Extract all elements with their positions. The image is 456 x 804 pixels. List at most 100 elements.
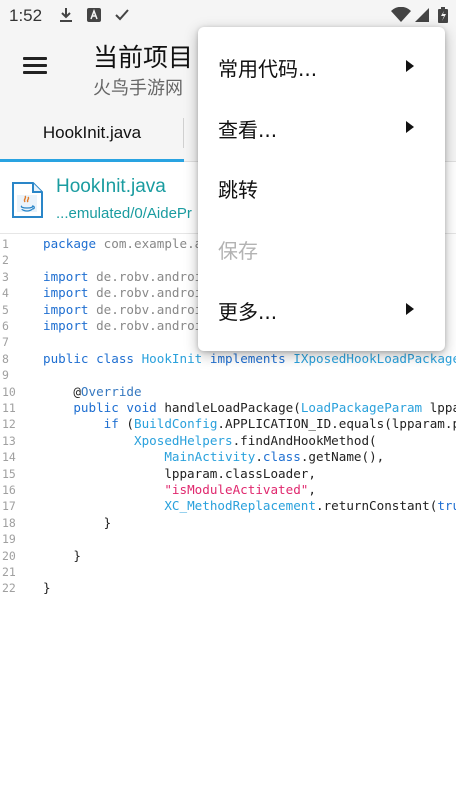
code-line[interactable]: 21 (0, 564, 456, 580)
hamburger-menu-icon[interactable] (23, 55, 49, 79)
line-number: 16 (2, 483, 16, 497)
line-number: 21 (2, 565, 16, 579)
code-text: import de.robv.androi (43, 285, 202, 301)
code-line[interactable]: 16 "isModuleActivated", (0, 482, 456, 498)
submenu-arrow-icon (406, 303, 414, 315)
code-text: MainActivity.class.getName(), (43, 449, 384, 465)
line-number: 10 (2, 384, 16, 399)
code-text: } (43, 548, 81, 564)
code-token: com.example.a (103, 236, 203, 251)
tab-divider (183, 118, 184, 148)
code-text: package com.example.a (43, 236, 202, 252)
menu-item-goto[interactable]: 跳转 (198, 158, 445, 218)
code-token: if (103, 416, 119, 432)
code-token: .findAndHookMethod( (232, 432, 377, 448)
code-text: @Override (43, 383, 142, 400)
battery-icon (438, 7, 448, 23)
code-line[interactable]: 18 } (0, 515, 456, 531)
line-number: 14 (2, 450, 16, 465)
code-line[interactable]: 11 public void handleLoadPackage(LoadPac… (0, 400, 456, 416)
code-line[interactable]: 15 lpparam.classLoader, (0, 466, 456, 482)
code-token: "isModuleActivated" (164, 482, 309, 497)
code-text: if (BuildConfig.APPLICATION_ID.equals(lp… (43, 416, 456, 432)
code-line[interactable]: 12 if (BuildConfig.APPLICATION_ID.equals… (0, 416, 456, 432)
code-text: lpparam.classLoader, (43, 466, 316, 482)
code-text: XC_MethodReplacement.returnConstant(tru (43, 498, 456, 514)
file-name[interactable]: HookInit.java (56, 176, 166, 198)
code-token: handleLoadPackage( (156, 400, 301, 415)
menu-item-more[interactable]: 更多... (198, 280, 445, 340)
code-token: lpparam.classLoader, (43, 465, 316, 481)
code-token: @ (43, 383, 81, 399)
code-token: , (308, 482, 316, 497)
line-number: 22 (2, 581, 16, 596)
code-text: import de.robv.androi (43, 302, 202, 318)
code-token: de.robv.androi (96, 285, 203, 301)
code-token: package (43, 236, 97, 251)
java-file-icon (12, 182, 43, 218)
tab-hookinit[interactable]: HookInit.java (0, 104, 184, 162)
file-path: ...emulated/0/AidePr (56, 205, 192, 222)
code-line[interactable]: 14 MainActivity.class.getName(), (0, 449, 456, 465)
menu-item-label: 常用代码... (218, 57, 318, 81)
app-a-icon (87, 8, 101, 22)
code-token: . (255, 449, 263, 465)
code-token: } (43, 514, 112, 530)
menu-item-view[interactable]: 查看... (198, 98, 445, 158)
code-token: IXposedHookLoadPackage (293, 350, 456, 366)
code-line[interactable]: 19 (0, 531, 456, 547)
menu-item-common-code[interactable]: 常用代码... (198, 37, 445, 97)
wifi-icon (391, 7, 411, 22)
line-number: 9 (2, 368, 9, 383)
code-line[interactable]: 17 XC_MethodReplacement.returnConstant(t… (0, 498, 456, 514)
line-number: 11 (2, 401, 16, 415)
code-token: implements (209, 350, 286, 366)
code-line[interactable]: 13 XposedHelpers.findAndHookMethod( (0, 433, 456, 449)
line-number: 13 (2, 433, 16, 448)
code-token: lppar (429, 400, 456, 415)
code-token: LoadPackageParam (300, 400, 423, 415)
code-line[interactable]: 9 (0, 367, 456, 383)
line-number: 7 (2, 335, 9, 350)
menu-item-label: 查看... (218, 118, 278, 142)
line-number: 6 (2, 319, 9, 333)
line-number: 2 (2, 253, 9, 268)
code-text: "isModuleActivated", (43, 482, 316, 498)
line-number: 18 (2, 515, 16, 530)
code-token: XC_MethodReplacement (164, 498, 316, 514)
code-token: import (43, 301, 89, 317)
code-text: } (43, 514, 112, 531)
code-text: import de.robv.androi (43, 269, 202, 285)
code-token: } (43, 580, 51, 596)
code-line[interactable]: 22} (0, 580, 456, 596)
code-line[interactable]: 20 } (0, 548, 456, 564)
code-token: Override (80, 383, 142, 399)
code-line[interactable]: 10 @Override (0, 384, 456, 400)
code-token: .getName(), (300, 449, 385, 465)
code-text: } (43, 580, 51, 596)
signal-icon (415, 8, 429, 22)
menu-item-label: 跳转 (218, 178, 258, 202)
line-number: 1 (2, 237, 9, 251)
menu-item-label: 保存 (218, 239, 258, 263)
code-token: MainActivity (164, 449, 256, 465)
code-text: XposedHelpers.findAndHookMethod( (43, 433, 377, 449)
download-icon (60, 8, 72, 22)
code-text: public void handleLoadPackage(LoadPackag… (43, 400, 456, 416)
code-token: HookInit (141, 350, 203, 366)
code-token: .returnConstant( (315, 498, 438, 514)
code-text: public class HookInit implements IXposed… (43, 351, 456, 367)
code-token: public class (43, 350, 134, 366)
code-line[interactable]: 8 public class HookInit implements IXpose… (0, 351, 456, 367)
